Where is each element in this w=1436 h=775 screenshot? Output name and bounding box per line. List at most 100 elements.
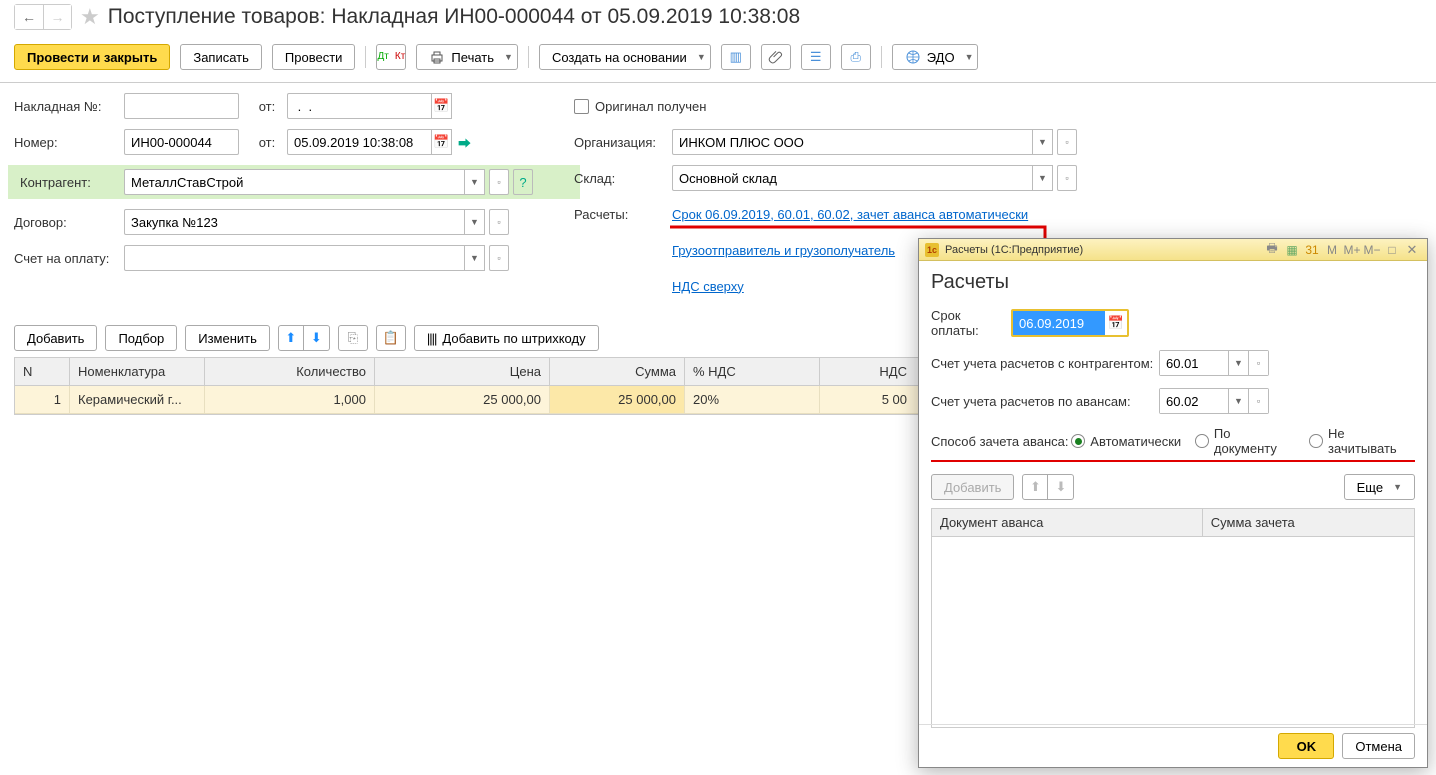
dropdown-icon[interactable]: ▼: [465, 245, 485, 271]
contract-input[interactable]: ▼ ▫: [124, 209, 509, 235]
calculations-dialog: 1c Расчеты (1С:Предприятие) 🖶 ▦ 31 M M+ …: [918, 238, 1428, 768]
more-button[interactable]: Еще▼: [1344, 474, 1415, 500]
m-minus-button[interactable]: M−: [1363, 242, 1381, 258]
add-row-button[interactable]: Добавить: [14, 325, 97, 351]
col-n[interactable]: N: [15, 358, 70, 385]
save-button[interactable]: Записать: [180, 44, 262, 70]
invoice-date-field[interactable]: 📅: [287, 93, 452, 119]
open-icon[interactable]: ▫: [489, 245, 509, 271]
dropdown-icon[interactable]: ▼: [1228, 389, 1248, 413]
col-vatsum[interactable]: НДС: [820, 358, 915, 385]
dialog-titlebar[interactable]: 1c Расчеты (1С:Предприятие) 🖶 ▦ 31 M M+ …: [919, 239, 1427, 261]
invoice-no-label: Накладная №:: [14, 99, 124, 114]
ok-button[interactable]: OK: [1278, 733, 1334, 759]
post-button[interactable]: Провести: [272, 44, 356, 70]
debit-credit-button[interactable]: ДтКт: [376, 44, 406, 70]
radio-auto[interactable]: Автоматически: [1071, 434, 1181, 449]
forward-button[interactable]: →: [43, 5, 71, 29]
open-icon[interactable]: ▫: [1057, 129, 1077, 155]
list-button[interactable]: ☰: [801, 44, 831, 70]
maximize-icon[interactable]: □: [1383, 242, 1401, 258]
acct2-input[interactable]: ▼ ▫: [1159, 388, 1269, 414]
open-icon[interactable]: ▫: [489, 169, 509, 195]
open-icon[interactable]: ▫: [1057, 165, 1077, 191]
barcode-button[interactable]: |||| Добавить по штрихкоду: [414, 325, 599, 351]
radio-doc[interactable]: По документу: [1195, 426, 1295, 456]
open-icon[interactable]: ▫: [489, 209, 509, 235]
checkbox-icon: [574, 99, 589, 114]
calendar-icon[interactable]: 31: [1303, 242, 1321, 258]
move-up-button[interactable]: ⬆: [278, 325, 304, 351]
date-field[interactable]: 📅: [287, 129, 452, 155]
col-nomenclature[interactable]: Номенклатура: [70, 358, 205, 385]
advance-label: Способ зачета аванса:: [931, 434, 1071, 449]
print-icon[interactable]: 🖶: [1263, 242, 1281, 258]
col-vat[interactable]: % НДС: [685, 358, 820, 385]
help-icon[interactable]: ?: [513, 169, 533, 195]
acct1-input[interactable]: ▼ ▫: [1159, 350, 1269, 376]
move-up-button[interactable]: ⬆: [1022, 474, 1048, 500]
add-advance-button[interactable]: Добавить: [931, 474, 1014, 500]
header: ← → ★ Поступление товаров: Накладная ИН0…: [0, 0, 1436, 38]
doc-button[interactable]: ⎙: [841, 44, 871, 70]
related-button[interactable]: ▥: [721, 44, 751, 70]
m-plus-button[interactable]: M+: [1343, 242, 1361, 258]
acct1-label: Счет учета расчетов с контрагентом:: [931, 356, 1159, 371]
calc-link[interactable]: Срок 06.09.2019, 60.01, 60.02, зачет ава…: [672, 207, 1028, 222]
open-icon[interactable]: ▫: [1248, 351, 1268, 375]
move-down-button[interactable]: ⬇: [1048, 474, 1074, 500]
back-button[interactable]: ←: [15, 5, 43, 29]
contract-label: Договор:: [14, 215, 124, 230]
dialog-sub-toolbar: Добавить ⬆ ⬇ Еще▼: [931, 470, 1415, 504]
due-date-input[interactable]: 📅: [1011, 309, 1129, 337]
dropdown-icon[interactable]: ▼: [465, 169, 485, 195]
main-toolbar: Провести и закрыть Записать Провести ДтК…: [0, 38, 1436, 83]
create-based-button[interactable]: Создать на основании▼: [539, 44, 711, 70]
edit-row-button[interactable]: Изменить: [185, 325, 270, 351]
close-icon[interactable]: ✕: [1403, 242, 1421, 258]
advance-radios: Автоматически По документу Не зачитывать: [1071, 426, 1415, 456]
move-down-button[interactable]: ⬇: [304, 325, 330, 351]
calendar-icon[interactable]: 📅: [432, 93, 452, 119]
org-input[interactable]: ▼ ▫: [672, 129, 1077, 155]
dialog-title: Расчеты (1С:Предприятие): [945, 244, 1257, 256]
calendar-icon[interactable]: 📅: [432, 129, 452, 155]
calendar-icon[interactable]: 📅: [1105, 311, 1127, 335]
col-amount[interactable]: Сумма зачета: [1203, 509, 1414, 536]
col-price[interactable]: Цена: [375, 358, 550, 385]
printer-icon: [429, 49, 445, 65]
col-quantity[interactable]: Количество: [205, 358, 375, 385]
warehouse-input[interactable]: ▼ ▫: [672, 165, 1077, 191]
paste-button[interactable]: 📋: [376, 325, 406, 351]
move-buttons: ⬆ ⬇: [278, 325, 330, 351]
vat-link[interactable]: НДС сверху: [672, 279, 744, 294]
number-label: Номер:: [14, 135, 124, 150]
post-close-button[interactable]: Провести и закрыть: [14, 44, 170, 70]
dropdown-icon[interactable]: ▼: [1033, 165, 1053, 191]
invoice-no-input[interactable]: [124, 93, 239, 119]
favorite-icon[interactable]: ★: [80, 4, 100, 30]
attach-button[interactable]: [761, 44, 791, 70]
shipper-link[interactable]: Грузоотправитель и грузополучатель: [672, 243, 895, 258]
col-sum[interactable]: Сумма: [550, 358, 685, 385]
calc-icon[interactable]: ▦: [1283, 242, 1301, 258]
cancel-button[interactable]: Отмена: [1342, 733, 1415, 759]
dropdown-icon[interactable]: ▼: [1228, 351, 1248, 375]
edo-button[interactable]: ЭДО▼: [892, 44, 979, 70]
original-checkbox[interactable]: Оригинал получен: [574, 99, 706, 114]
m-button[interactable]: M: [1323, 242, 1341, 258]
copy-button[interactable]: ⎘: [338, 325, 368, 351]
dropdown-icon[interactable]: ▼: [465, 209, 485, 235]
col-doc[interactable]: Документ аванса: [932, 509, 1203, 536]
warehouse-label: Склад:: [574, 171, 672, 186]
radio-none[interactable]: Не зачитывать: [1309, 426, 1415, 456]
calc-label: Расчеты:: [574, 207, 672, 222]
open-icon[interactable]: ▫: [1248, 389, 1268, 413]
bill-input[interactable]: ▼ ▫: [124, 245, 509, 271]
pick-button[interactable]: Подбор: [105, 325, 177, 351]
counterparty-input[interactable]: ▼ ▫: [124, 169, 509, 195]
paperclip-icon: [768, 49, 784, 65]
print-button[interactable]: Печать▼: [416, 44, 518, 70]
dropdown-icon[interactable]: ▼: [1033, 129, 1053, 155]
number-input[interactable]: [124, 129, 239, 155]
